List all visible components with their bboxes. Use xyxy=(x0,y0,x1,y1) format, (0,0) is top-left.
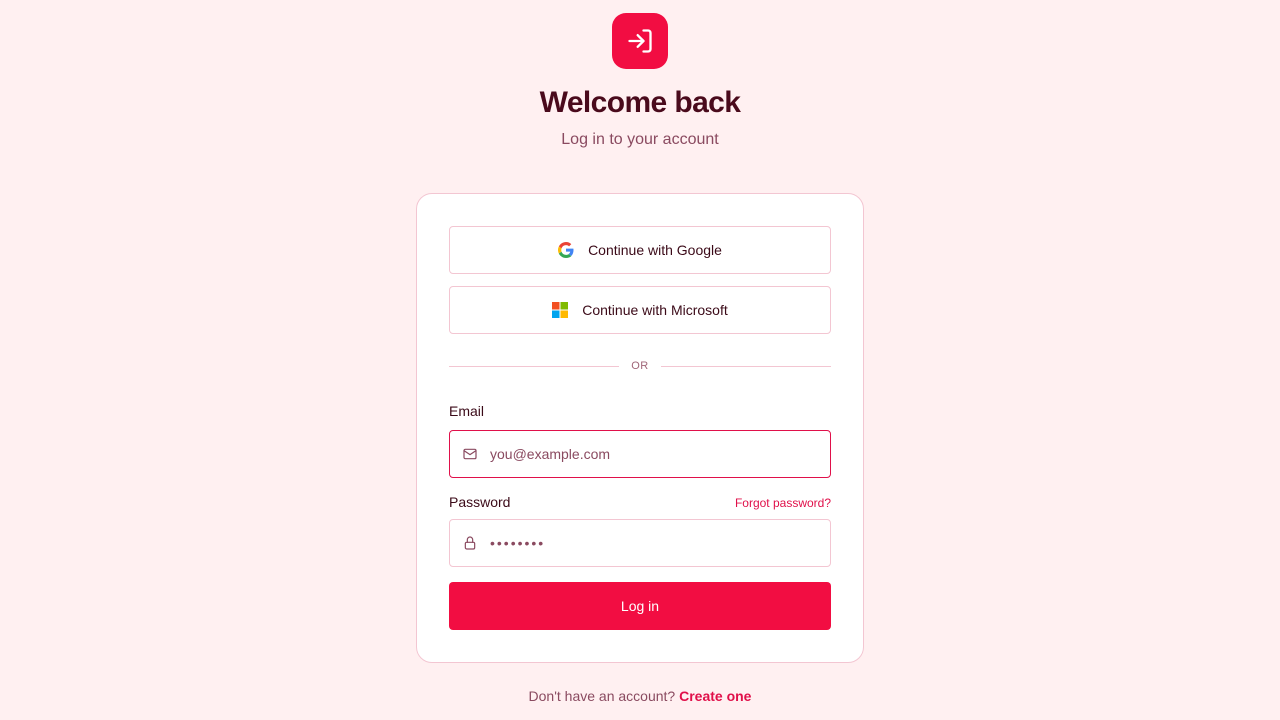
password-label: Password xyxy=(449,494,511,510)
forgot-password-link[interactable]: Forgot password? xyxy=(735,496,831,510)
lock-icon xyxy=(450,535,490,551)
email-label: Email xyxy=(449,403,485,419)
create-account-link[interactable]: Create one xyxy=(679,688,751,704)
mail-icon xyxy=(450,446,490,462)
signup-prompt: Don't have an account? Create one xyxy=(0,688,1280,704)
divider-line-right xyxy=(660,365,831,367)
page-title: Welcome back xyxy=(539,86,741,119)
login-button[interactable]: Log in xyxy=(449,582,831,630)
login-arrow-icon xyxy=(628,29,652,53)
continue-with-microsoft-button[interactable]: Continue with Microsoft xyxy=(449,286,831,334)
password-field-wrapper[interactable] xyxy=(449,519,831,567)
email-field-wrapper[interactable] xyxy=(449,430,831,478)
signup-prompt-text: Don't have an account? xyxy=(528,688,676,704)
google-button-label: Continue with Google xyxy=(588,242,722,258)
continue-with-google-button[interactable]: Continue with Google xyxy=(449,226,831,274)
email-input[interactable] xyxy=(490,431,830,477)
page-subtitle: Log in to your account xyxy=(561,131,719,148)
microsoft-button-label: Continue with Microsoft xyxy=(582,302,728,318)
password-input[interactable] xyxy=(490,520,830,566)
google-icon xyxy=(558,242,574,258)
divider-text: OR xyxy=(631,360,649,372)
app-logo xyxy=(612,13,668,69)
login-card: Continue with Google Continue with Micro… xyxy=(416,193,864,663)
or-divider: OR xyxy=(449,358,831,374)
microsoft-icon xyxy=(552,302,569,318)
divider-line-left xyxy=(449,365,620,367)
